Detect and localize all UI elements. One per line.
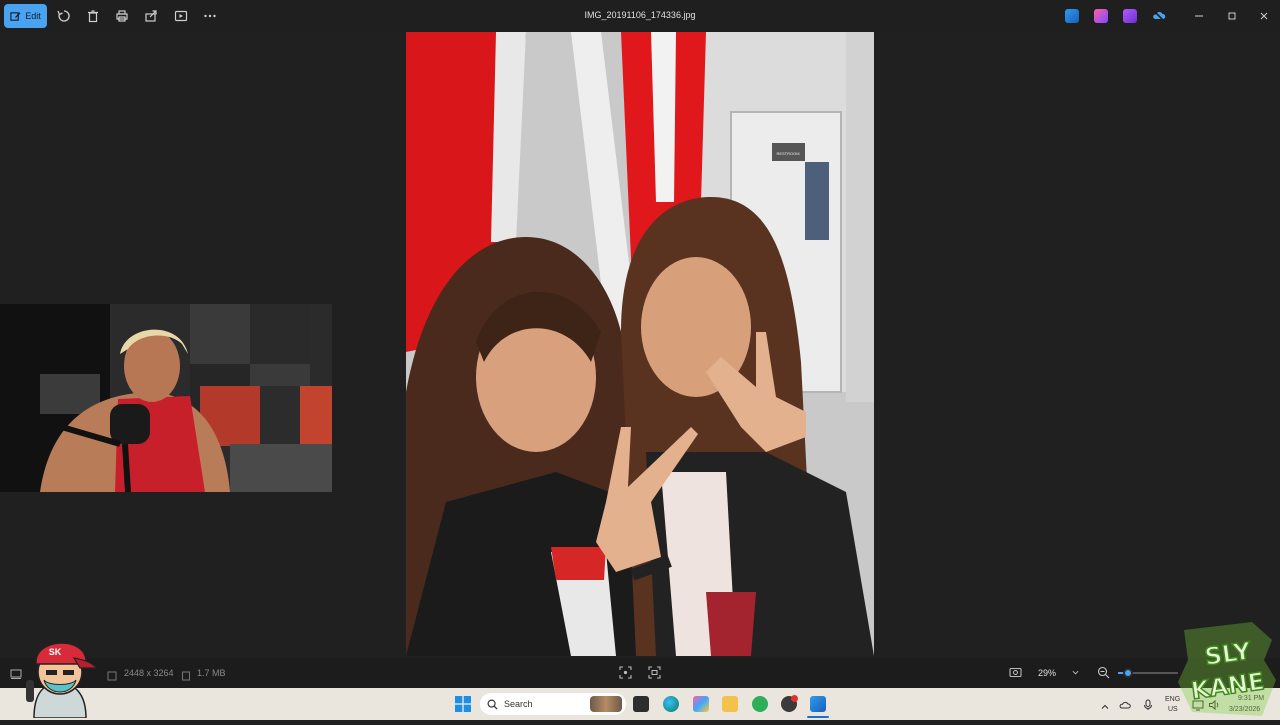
streamer-avatar: SK (14, 628, 104, 719)
photo-image: RESTROOM (406, 32, 874, 656)
edge-icon[interactable] (663, 696, 679, 712)
fit-to-window-icon[interactable] (619, 666, 632, 679)
restroom-sign: RESTROOM (776, 151, 799, 156)
photos-app-icon[interactable] (1065, 9, 1079, 23)
search-highlight-image (590, 696, 622, 712)
zoom-dropdown[interactable]: 29% (1030, 662, 1086, 683)
search-icon (487, 699, 498, 710)
notification-dot (791, 695, 798, 702)
search-placeholder: Search (504, 699, 533, 709)
close-icon (1260, 12, 1268, 20)
paint-icon[interactable] (1094, 9, 1108, 23)
minimize-button[interactable] (1189, 6, 1209, 26)
zoom-out-icon[interactable] (1097, 666, 1110, 679)
clipchamp-icon[interactable] (1123, 9, 1137, 23)
window-title: IMG_20191106_174336.jpg (584, 10, 696, 20)
image-dimensions: 2448 x 3264 (124, 668, 174, 678)
cloud-sync-icon[interactable] (1119, 698, 1131, 710)
fit-view-icon[interactable] (1009, 666, 1022, 679)
sly-kane-logo: SLY KANE (1172, 620, 1280, 720)
zoom-slider-thumb[interactable] (1123, 668, 1133, 678)
close-button[interactable] (1254, 6, 1274, 26)
photo-canvas[interactable]: RESTROOM (406, 32, 874, 656)
microphone-icon[interactable] (1142, 698, 1154, 710)
start-button[interactable] (455, 696, 471, 712)
status-bar: 2448 x 3264 1.7 MB 29% (0, 658, 1280, 688)
maximize-icon (1228, 12, 1236, 20)
taskbar-search[interactable]: Search (480, 693, 626, 715)
file-size: 1.7 MB (197, 668, 226, 678)
webcam-feed (0, 304, 332, 492)
chevron-up-icon[interactable] (1100, 699, 1110, 709)
active-app-indicator (807, 716, 829, 718)
zoom-slider[interactable] (1118, 668, 1178, 678)
dimensions-icon (107, 668, 117, 681)
title-bar: Edit IMG_20191106_174336.jpg (0, 0, 1280, 32)
photos-taskbar-icon[interactable] (810, 696, 826, 712)
task-view-icon[interactable] (633, 696, 649, 712)
file-size-icon (181, 668, 191, 681)
windows-logo-icon (455, 696, 471, 712)
maximize-button[interactable] (1222, 6, 1242, 26)
avatar-badge: SK (49, 647, 62, 657)
copilot-icon[interactable] (693, 696, 709, 712)
greenshot-icon[interactable] (752, 696, 768, 712)
webcam-overlay (0, 304, 332, 492)
zoom-value: 29% (1038, 668, 1057, 678)
file-explorer-icon[interactable] (722, 696, 738, 712)
minimize-icon (1195, 15, 1203, 17)
chevron-down-icon (1072, 670, 1079, 675)
cloud-off-icon[interactable] (1152, 9, 1166, 23)
actual-size-icon[interactable] (648, 666, 661, 679)
